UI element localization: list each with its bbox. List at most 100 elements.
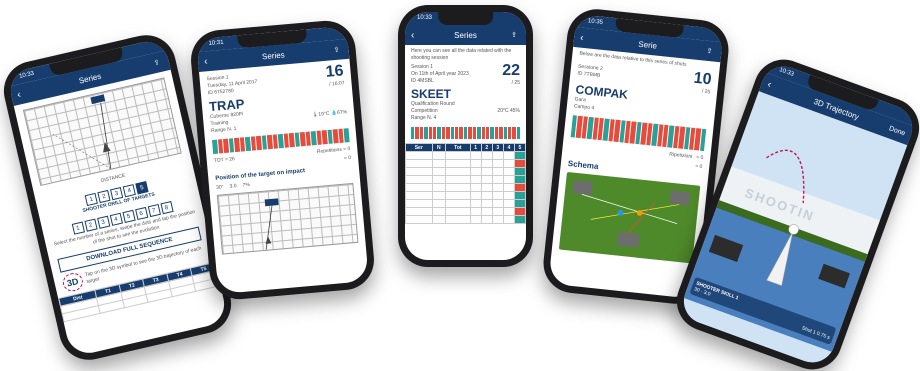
share-icon[interactable]: ⇪ [706,47,716,56]
col-tot: Tot [445,143,471,152]
share-icon[interactable]: ⇪ [153,57,163,67]
table-cell [469,159,482,168]
table-cell [405,151,433,160]
table-cell [445,183,471,192]
shot-bar [472,127,477,139]
table-cell [513,199,526,208]
range: Range N. 1 [210,125,237,135]
share-icon[interactable]: ⇪ [333,45,342,54]
table-cell [431,215,447,224]
table-cell [431,175,447,184]
notch [437,12,494,25]
total-label: TOT = 26 [213,156,236,164]
table-cell [469,215,482,224]
table-cell [445,207,471,216]
table-cell [502,175,515,184]
shot-bar [468,127,472,139]
table-cell [491,175,504,184]
shots-table: Ser N Tot 1 2 3 4 5 [405,143,526,224]
table-cell [491,167,504,176]
target-2[interactable]: 2 [83,218,98,232]
table-row[interactable] [405,151,526,160]
table-cell [405,191,433,200]
table-cell [513,183,526,192]
table-cell [491,151,504,160]
status-time: 10:35 [587,18,604,26]
deviation-1: 30° [215,184,224,191]
back-icon[interactable]: ‹ [411,30,414,41]
table-row[interactable] [405,199,526,208]
col-5: 5 [513,143,526,152]
status-time: 10:31 [208,39,224,47]
shot-bar [459,127,463,139]
shot-bar [499,127,503,139]
shot-bar [415,127,419,139]
shot-bar [411,127,415,139]
repetitions-value: = 0 [342,146,351,153]
table-cell [469,167,482,176]
table-cell [513,167,526,176]
shot-bar [485,127,490,139]
impact-grid[interactable] [216,182,359,255]
shot-bar [512,127,516,139]
done-button[interactable]: Done [888,125,906,137]
table-cell [502,191,515,200]
table-row[interactable] [405,159,526,168]
table-row[interactable] [405,207,526,216]
table-cell [480,207,493,216]
table-cell [445,159,471,168]
table-cell [445,191,471,200]
table-cell [431,183,447,192]
table-cell [502,159,515,168]
table-cell [480,215,493,224]
col-3: 3 [491,143,504,152]
deviation-2: 3.0 [229,183,237,190]
session-date: On 11th of April year 2023 [411,71,469,77]
distance-value: 3.0 [702,289,712,298]
location: Competition [411,108,438,114]
nav-title: Serie [637,39,658,51]
target-1[interactable]: 1 [71,221,85,235]
score: 22 [502,62,520,79]
table-row[interactable] [405,175,526,184]
shot-bar [424,127,428,139]
table-cell [491,199,504,208]
shot-bar [481,127,485,139]
target-3[interactable]: 3 [96,215,110,229]
back-icon[interactable]: ‹ [580,32,584,43]
field-schema[interactable] [558,171,701,264]
table-row[interactable] [405,191,526,200]
target-7[interactable]: 7 [147,204,161,218]
back-icon[interactable]: ‹ [766,79,773,90]
table-row[interactable] [405,167,526,176]
table-cell [502,207,515,216]
table-row[interactable] [405,183,526,192]
target-5[interactable]: 5 [121,209,136,224]
shot-bar [463,127,468,139]
col-ser: Ser [405,143,433,152]
shot-bar [433,127,437,139]
share-icon[interactable]: ⇪ [511,31,520,39]
table-cell [405,199,433,208]
table-cell [431,207,447,216]
table-row[interactable] [405,215,526,224]
humidity: 45% [509,108,520,114]
table-cell [502,167,515,176]
back-icon[interactable]: ‹ [16,89,22,100]
repetitions-value: = 0 [695,154,704,162]
session-header: Here you can see all the data related wi… [405,45,526,125]
table-cell [445,199,471,208]
table-header-row: Ser N Tot 1 2 3 4 5 [405,143,526,152]
target-6[interactable]: 6 [134,206,148,221]
table-cell [513,159,526,168]
table-cell [445,175,471,184]
back-icon[interactable]: ‹ [204,56,208,67]
shot-bar [507,127,512,139]
table-cell [431,159,447,168]
target-8[interactable]: 8 [159,201,174,215]
shot-bar [450,127,455,139]
table-cell [480,191,493,200]
shot-bar [494,127,499,139]
target-4[interactable]: 4 [109,212,123,227]
session-id: ID 4MSBL [411,78,434,84]
